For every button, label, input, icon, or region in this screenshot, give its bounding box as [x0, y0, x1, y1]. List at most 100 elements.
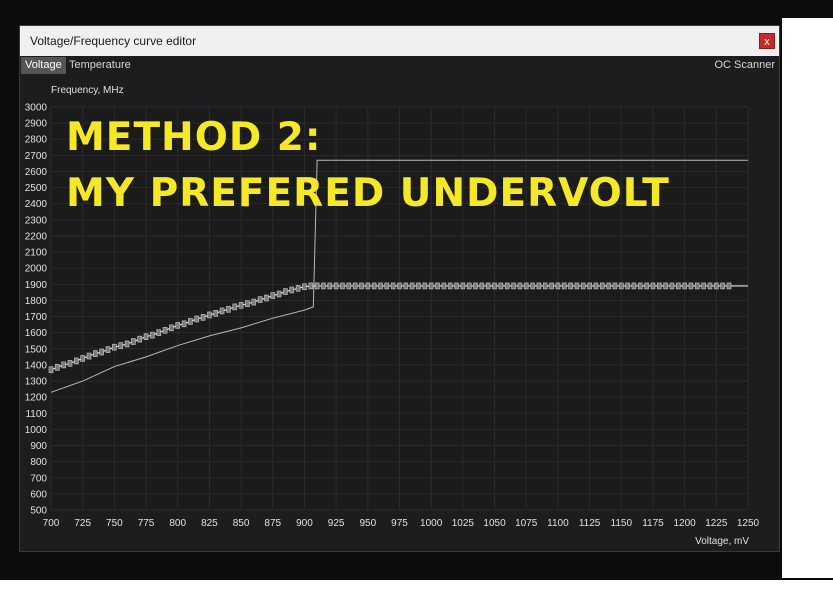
curve-point — [105, 346, 111, 353]
x-tick-label: 1200 — [674, 518, 697, 529]
curve-point — [568, 282, 573, 290]
x-tick-label: 925 — [328, 518, 345, 529]
curve-point — [86, 352, 92, 360]
curve-point — [321, 282, 326, 290]
curve-point — [606, 282, 611, 290]
curve-point — [118, 342, 123, 349]
curve-point — [207, 311, 212, 319]
curve-point — [200, 314, 206, 321]
curve-point — [219, 307, 225, 315]
curve-point — [93, 350, 98, 357]
curve-point — [447, 282, 453, 290]
curve-point — [663, 282, 668, 290]
curve-point — [175, 322, 181, 329]
curve-point — [289, 286, 295, 294]
x-tick-label: 900 — [296, 518, 313, 529]
curve-point — [276, 290, 282, 298]
curve-point — [295, 285, 301, 292]
curve-point — [479, 282, 485, 290]
curve-point — [397, 282, 402, 290]
curve-point — [365, 282, 371, 290]
x-tick-label: 1225 — [705, 518, 728, 529]
y-tick-label: 1700 — [25, 312, 48, 323]
curve-point — [314, 282, 320, 290]
curve-point — [435, 282, 440, 290]
y-tick-label: 2400 — [25, 199, 48, 210]
x-tick-label: 850 — [233, 518, 250, 529]
y-tick-label: 1200 — [25, 393, 48, 404]
curve-point — [561, 282, 567, 290]
curve-point — [517, 282, 523, 290]
curve-point — [302, 283, 307, 291]
curve-point — [156, 329, 162, 336]
curve-point — [352, 282, 358, 290]
curve-point — [625, 282, 630, 290]
y-tick-label: 800 — [30, 457, 47, 468]
curve-point — [536, 282, 542, 290]
y-tick-label: 1900 — [25, 280, 48, 291]
curve-point — [612, 282, 618, 290]
curve-point — [460, 282, 466, 290]
y-tick-label: 2100 — [25, 248, 48, 259]
curve-point — [726, 282, 732, 290]
curve-point — [162, 326, 168, 334]
curve-point — [707, 282, 713, 290]
curve-point — [194, 315, 200, 323]
curve-point — [650, 282, 656, 290]
x-tick-label: 1125 — [579, 518, 601, 529]
curve-point — [593, 282, 599, 290]
y-tick-label: 3000 — [25, 103, 48, 114]
y-axis-label: Frequency, MHz — [51, 85, 124, 96]
curve-point — [169, 324, 174, 332]
curve-point — [409, 282, 415, 290]
y-tick-label: 2000 — [25, 264, 48, 275]
x-tick-label: 825 — [201, 518, 218, 529]
y-tick-label: 2800 — [25, 135, 48, 146]
curve-point — [346, 282, 352, 290]
screen: Voltage/Frequency curve editor x Voltage… — [0, 0, 833, 598]
curve-point — [48, 366, 54, 374]
curve-point — [245, 300, 250, 307]
y-tick-label: 2700 — [25, 151, 48, 162]
curve-point — [485, 282, 491, 290]
x-tick-label: 800 — [169, 518, 186, 529]
x-tick-label: 875 — [264, 518, 281, 529]
curve-point — [213, 310, 219, 317]
curve-point — [238, 301, 244, 309]
vf-curve-chart[interactable]: 500 600 700 800 900 1000 1100 1200 1300 1400 1500 1… — [0, 0, 833, 598]
curve-point — [669, 282, 675, 290]
curve-point — [74, 357, 79, 365]
curve-point — [549, 282, 554, 290]
curve-point — [112, 343, 117, 351]
curve-point — [251, 298, 257, 306]
y-tick-label: 1000 — [25, 425, 48, 436]
curve-point — [61, 361, 66, 369]
x-tick-label: 750 — [106, 518, 123, 529]
x-tick-label: 1250 — [737, 518, 760, 529]
overlay-title-line-2: MY PREFERED UNDERVOLT — [66, 171, 670, 216]
curve-point — [264, 294, 269, 302]
y-tick-label: 1100 — [25, 409, 47, 420]
curve-point — [498, 282, 504, 290]
curve-point — [688, 282, 694, 290]
x-tick-label: 700 — [43, 518, 60, 529]
curve-point — [523, 282, 529, 290]
curve-point — [181, 320, 187, 328]
y-tick-label: 1300 — [25, 377, 48, 388]
curve-point — [55, 364, 60, 371]
x-tick-label: 1150 — [611, 518, 633, 529]
curve-point — [226, 306, 231, 313]
y-tick-label: 1500 — [25, 344, 48, 355]
x-axis-label: Voltage, mV — [695, 536, 749, 547]
y-tick-label: 2300 — [25, 215, 48, 226]
curve-point — [580, 282, 586, 290]
y-tick-label: 600 — [30, 489, 47, 500]
curve-point — [530, 282, 535, 290]
curve-point — [371, 282, 377, 290]
curve-point — [473, 282, 478, 290]
curve-point — [618, 282, 624, 290]
x-tick-label: 975 — [391, 518, 408, 529]
curve-point — [327, 282, 333, 290]
curve-point — [466, 282, 472, 290]
x-tick-label: 775 — [138, 518, 155, 529]
